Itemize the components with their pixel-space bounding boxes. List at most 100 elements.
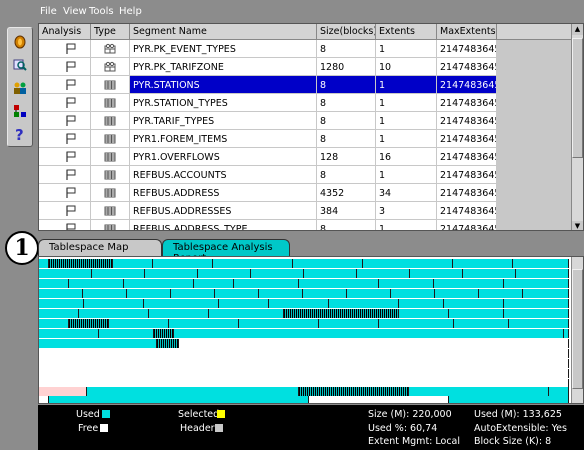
map-extent-block[interactable] (39, 349, 569, 358)
map-extent-block[interactable] (149, 309, 209, 318)
map-extent-block[interactable] (509, 319, 569, 328)
map-extent-block[interactable] (479, 289, 523, 298)
map-extent-block[interactable] (49, 396, 309, 403)
map-extent-block[interactable] (39, 309, 79, 318)
map-extent-block[interactable] (284, 309, 399, 318)
analysis-flag-icon[interactable] (65, 61, 77, 73)
map-extent-block[interactable] (239, 319, 319, 328)
map-scroll-thumb[interactable] (572, 269, 583, 389)
map-extent-block[interactable] (109, 319, 169, 328)
table-row[interactable]: PYR.STATIONS 8 1 2147483645 (39, 76, 497, 94)
tab-tablespace-analysis-report[interactable]: Tablespace Analysis Report (162, 239, 290, 264)
table-row[interactable]: PYR.PK_TARIFZONE 1280 10 2147483645 (39, 58, 497, 76)
map-extent-block[interactable] (504, 299, 569, 308)
map-extent-block[interactable] (504, 309, 569, 318)
menu-file[interactable]: File (40, 6, 57, 17)
map-extent-block[interactable] (293, 259, 363, 268)
users-icon[interactable] (12, 80, 28, 96)
map-extent-block[interactable] (329, 299, 399, 308)
map-extent-block[interactable] (269, 299, 329, 308)
map-extent-block[interactable] (198, 269, 251, 278)
map-extent-block[interactable] (145, 269, 198, 278)
map-extent-block[interactable] (179, 339, 569, 348)
tab-tablespace-map[interactable]: Tablespace Map (38, 239, 162, 257)
analysis-flag-icon[interactable] (65, 187, 77, 199)
map-extent-block[interactable] (92, 269, 145, 278)
map-extent-block[interactable] (564, 329, 569, 338)
map-extent-block[interactable] (153, 259, 213, 268)
map-extent-block[interactable] (79, 309, 149, 318)
map-extent-block[interactable] (504, 279, 569, 288)
map-extent-block[interactable] (454, 319, 509, 328)
map-extent-block[interactable] (357, 269, 410, 278)
map-extent-block[interactable] (39, 396, 49, 403)
table-row[interactable]: REFBUS.ACCOUNTS 8 1 2147483645 (39, 166, 497, 184)
map-extent-block[interactable] (157, 339, 179, 348)
analysis-flag-icon[interactable] (65, 205, 77, 217)
table-row[interactable]: PYR.PK_EVENT_TYPES 8 1 2147483645 (39, 40, 497, 58)
map-extent-block[interactable] (144, 299, 219, 308)
map-extent-block[interactable] (435, 289, 479, 298)
map-extent-block[interactable] (309, 396, 449, 403)
tablespace-map[interactable] (38, 256, 584, 404)
map-extent-block[interactable] (259, 289, 303, 298)
map-extent-block[interactable] (449, 396, 569, 403)
analysis-flag-icon[interactable] (65, 151, 77, 163)
map-extent-block[interactable] (39, 269, 92, 278)
map-extent-block[interactable] (463, 269, 516, 278)
map-extent-block[interactable] (49, 259, 113, 268)
map-extent-block[interactable] (299, 279, 379, 288)
map-extent-block[interactable] (209, 309, 284, 318)
map-extent-block[interactable] (379, 279, 434, 288)
help-icon[interactable]: ? (12, 126, 28, 142)
map-extent-block[interactable] (299, 387, 409, 396)
col-analysis[interactable]: Analysis (39, 24, 91, 40)
map-extent-block[interactable] (124, 279, 194, 288)
map-extent-block[interactable] (39, 279, 69, 288)
map-extent-block[interactable] (303, 289, 347, 298)
map-extent-block[interactable] (304, 269, 357, 278)
map-extent-block[interactable] (169, 319, 239, 328)
col-maxextents[interactable]: MaxExtents (437, 24, 497, 40)
map-extent-block[interactable] (347, 289, 391, 298)
map-extent-block[interactable] (523, 289, 569, 298)
menu-view[interactable]: View (63, 6, 87, 17)
col-segment-name[interactable]: Segment Name (130, 24, 317, 40)
analysis-flag-icon[interactable] (65, 223, 77, 230)
map-extent-block[interactable] (171, 289, 215, 298)
scroll-down-arrow-icon[interactable]: ▼ (572, 221, 583, 230)
map-extent-block[interactable] (154, 329, 174, 338)
map-extent-block[interactable] (516, 269, 569, 278)
col-type[interactable]: Type (91, 24, 130, 40)
table-row[interactable]: REFBUS.ADDRESS_TYPE 8 1 2147483645 (39, 220, 497, 230)
map-extent-block[interactable] (39, 369, 569, 378)
map-extent-block[interactable] (549, 387, 569, 396)
map-extent-block[interactable] (83, 289, 127, 298)
map-extent-block[interactable] (251, 269, 304, 278)
map-extent-block[interactable] (39, 319, 69, 328)
map-extent-block[interactable] (174, 329, 564, 338)
analysis-flag-icon[interactable] (65, 133, 77, 145)
analysis-flag-icon[interactable] (65, 43, 77, 55)
col-extents[interactable]: Extents (376, 24, 437, 40)
menu-tools[interactable]: Tools (89, 6, 114, 17)
table-row[interactable]: REFBUS.ADDRESSES 384 3 2147483645 (39, 202, 497, 220)
map-extent-block[interactable] (39, 289, 83, 298)
map-extent-block[interactable] (453, 259, 513, 268)
table-row[interactable]: PYR.TARIF_TYPES 8 1 2147483645 (39, 112, 497, 130)
magnify-icon[interactable] (12, 57, 28, 73)
map-extent-block[interactable] (39, 299, 84, 308)
analysis-flag-icon[interactable] (65, 97, 77, 109)
map-extent-block[interactable] (69, 319, 109, 328)
table-row[interactable]: PYR.STATION_TYPES 8 1 2147483645 (39, 94, 497, 112)
map-extent-block[interactable] (69, 279, 124, 288)
map-extent-block[interactable] (194, 279, 234, 288)
hierarchy-icon[interactable] (12, 103, 28, 119)
analysis-flag-icon[interactable] (65, 115, 77, 127)
map-extent-block[interactable] (127, 289, 171, 298)
map-extent-block[interactable] (409, 387, 549, 396)
map-extent-block[interactable] (449, 309, 504, 318)
map-extent-block[interactable] (234, 279, 299, 288)
map-extent-block[interactable] (87, 387, 299, 396)
coin-icon[interactable] (12, 34, 28, 50)
